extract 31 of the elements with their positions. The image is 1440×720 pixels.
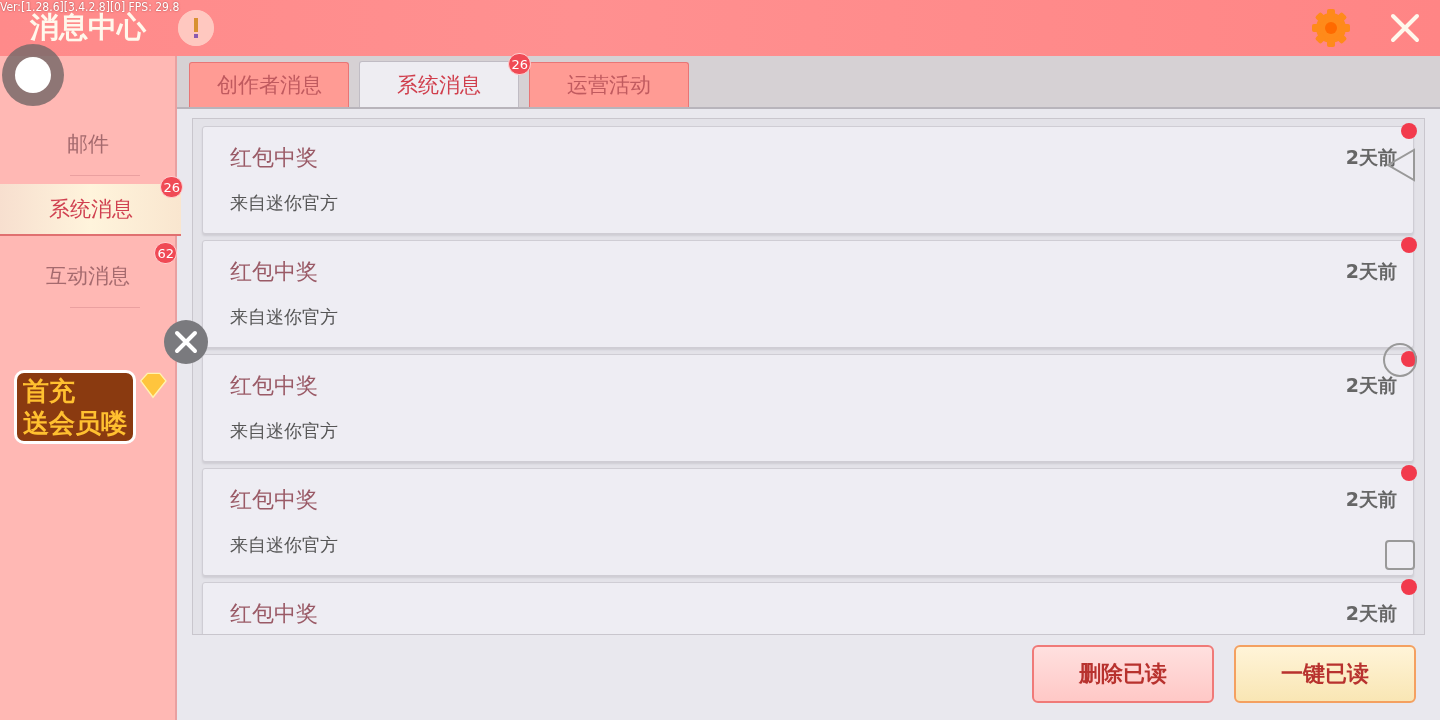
- home-icon[interactable]: [1382, 342, 1418, 378]
- delete-read-button[interactable]: 删除已读: [1032, 645, 1214, 703]
- message-card[interactable]: 红包中奖 2天前 来自迷你官方: [202, 468, 1414, 576]
- message-title: 红包中奖: [230, 600, 318, 628]
- message-card[interactable]: 红包中奖 2天前: [202, 582, 1414, 634]
- message-title: 红包中奖: [230, 372, 318, 400]
- message-time: 2天前: [1345, 259, 1397, 284]
- gem-icon: [138, 370, 168, 400]
- message-source: 来自迷你官方: [230, 419, 339, 443]
- message-time: 2天前: [1345, 373, 1397, 398]
- floating-ball-icon[interactable]: [2, 44, 64, 106]
- message-title: 红包中奖: [230, 258, 318, 286]
- message-source: 来自迷你官方: [230, 533, 339, 557]
- count-badge: 62: [154, 242, 177, 264]
- message-title: 红包中奖: [230, 144, 318, 172]
- message-card[interactable]: 红包中奖 2天前 来自迷你官方: [202, 354, 1414, 462]
- message-title: 红包中奖: [230, 486, 318, 514]
- message-time: 2天前: [1345, 601, 1397, 626]
- close-icon[interactable]: [1390, 13, 1420, 43]
- message-time: 2天前: [1345, 145, 1397, 170]
- message-card[interactable]: 红包中奖 2天前 来自迷你官方: [202, 240, 1414, 348]
- promo-banner[interactable]: 首充 送会员喽: [14, 370, 136, 444]
- message-source: 来自迷你官方: [230, 191, 339, 215]
- recents-icon[interactable]: [1385, 540, 1415, 570]
- alert-icon[interactable]: [178, 10, 214, 46]
- sidebar-item[interactable]: 邮件: [0, 112, 175, 176]
- close-icon[interactable]: [164, 320, 208, 364]
- message-card[interactable]: 红包中奖 2天前 来自迷你官方: [202, 126, 1414, 234]
- message-time: 2天前: [1345, 487, 1397, 512]
- mark-all-read-button[interactable]: 一键已读: [1234, 645, 1416, 703]
- message-source: 来自迷你官方: [230, 305, 339, 329]
